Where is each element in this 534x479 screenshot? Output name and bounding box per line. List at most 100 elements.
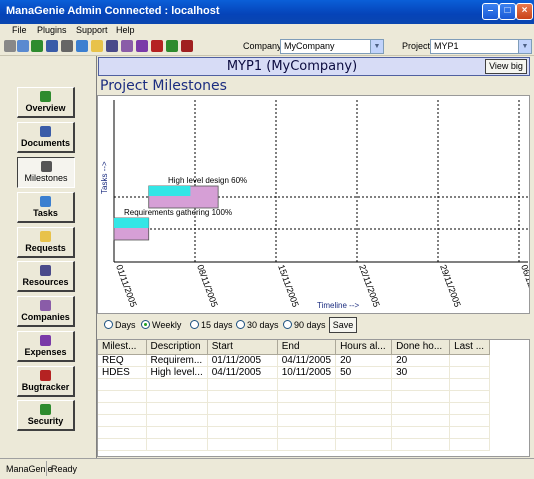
table-cell xyxy=(391,402,451,415)
menu-plugins[interactable]: Plugins xyxy=(37,25,67,35)
table-cell xyxy=(391,426,451,439)
nav-bugtracker-button[interactable]: Bugtracker xyxy=(17,366,75,397)
security-tool-icon[interactable] xyxy=(166,40,178,52)
range-radio-30-days[interactable]: 30 days xyxy=(236,320,279,330)
resources-tool-icon[interactable] xyxy=(106,40,118,52)
bugtracker-tool-icon[interactable] xyxy=(151,40,163,52)
table-cell: 20 xyxy=(391,354,451,367)
nav-label: Tasks xyxy=(33,208,58,218)
table-cell xyxy=(335,414,393,427)
radio-dot-icon xyxy=(283,320,292,329)
column-header[interactable]: Description xyxy=(146,340,208,355)
task-bar-progress xyxy=(148,186,191,196)
project-select[interactable]: MYP1 ▼ xyxy=(430,39,532,54)
table-cell: HDES xyxy=(98,366,147,379)
table-row[interactable] xyxy=(98,402,491,415)
column-header[interactable]: Milest... xyxy=(98,340,147,355)
table-cell xyxy=(277,438,337,451)
close-button[interactable]: × xyxy=(516,3,533,20)
refresh-icon[interactable] xyxy=(17,40,29,52)
radio-dot-icon xyxy=(236,320,245,329)
column-header[interactable]: Last ... xyxy=(449,340,491,355)
column-header[interactable]: Done ho... xyxy=(391,340,451,355)
view-big-button[interactable]: View big xyxy=(485,59,527,74)
nav-expenses-button[interactable]: Expenses xyxy=(17,331,75,362)
expenses-icon xyxy=(40,335,51,346)
project-label: Project xyxy=(402,41,431,51)
nav-documents-button[interactable]: Documents xyxy=(17,122,75,153)
radio-label: 90 days xyxy=(294,320,326,330)
table-cell xyxy=(277,402,337,415)
x-tick-label: 01/11/2005 xyxy=(114,263,139,308)
documents-tool-icon[interactable] xyxy=(46,40,58,52)
nav-label: Expenses xyxy=(24,347,67,357)
status-bar: ManaGenie Ready xyxy=(0,458,534,479)
x-axis-label: Timeline --> xyxy=(317,301,359,310)
nav-requests-button[interactable]: Requests xyxy=(17,227,75,258)
nav-resources-button[interactable]: Resources xyxy=(17,261,75,292)
milestone-chart: 01/11/2005 08/11/2005 15/11/2005 22/11/2005… xyxy=(97,95,534,314)
table-cell xyxy=(391,390,451,403)
table-cell xyxy=(449,378,491,391)
nav-milestones-button[interactable]: Milestones xyxy=(17,157,75,188)
requests-icon xyxy=(40,231,51,242)
range-radio-days[interactable]: Days xyxy=(104,320,136,330)
table-cell: 50 xyxy=(335,366,393,379)
table-cell xyxy=(335,426,393,439)
expenses-tool-icon[interactable] xyxy=(136,40,148,52)
documents-icon xyxy=(40,126,51,137)
column-header[interactable]: Start xyxy=(207,340,278,355)
radio-label: Days xyxy=(115,320,136,330)
table-cell xyxy=(449,354,491,367)
nav-overview-button[interactable]: Overview xyxy=(17,87,75,118)
radio-label: 15 days xyxy=(201,320,233,330)
overview-tool-icon[interactable] xyxy=(31,40,43,52)
exit-tool-icon[interactable] xyxy=(181,40,193,52)
table-cell xyxy=(449,402,491,415)
radio-label: 30 days xyxy=(247,320,279,330)
column-header[interactable]: End xyxy=(277,340,337,355)
milestones-tool-icon[interactable] xyxy=(61,40,73,52)
tasks-tool-icon[interactable] xyxy=(76,40,88,52)
chevron-down-icon: ▼ xyxy=(370,40,383,53)
requests-tool-icon[interactable] xyxy=(91,40,103,52)
nav-label: Overview xyxy=(25,103,66,113)
table-row[interactable] xyxy=(98,426,491,439)
menu-help[interactable]: Help xyxy=(116,25,135,35)
table-row[interactable] xyxy=(98,390,491,403)
nav-tasks-button[interactable]: Tasks xyxy=(17,192,75,223)
table-row[interactable] xyxy=(98,378,491,391)
menu-support[interactable]: Support xyxy=(76,25,108,35)
tasks-icon xyxy=(40,196,51,207)
table-row[interactable]: HDES High level... 04/11/2005 10/11/2005 50 3… xyxy=(98,366,491,379)
table-row[interactable] xyxy=(98,438,491,451)
range-radio-90-days[interactable]: 90 days xyxy=(283,320,326,330)
toolbar: Company MyCompany ▼ Project MYP1 ▼ xyxy=(0,38,534,56)
column-header[interactable]: Hours al... xyxy=(335,340,393,355)
x-tick-label: 08/11/2005 xyxy=(195,263,220,308)
company-label: Company xyxy=(243,41,282,51)
table-cell xyxy=(207,390,278,403)
y-axis-label: Tasks --> xyxy=(100,161,109,194)
range-radio-weekly[interactable]: Weekly xyxy=(141,320,181,330)
range-radio-15-days[interactable]: 15 days xyxy=(190,320,233,330)
table-cell: Requirem... xyxy=(146,354,208,367)
companies-tool-icon[interactable] xyxy=(121,40,133,52)
menu-file[interactable]: File xyxy=(12,25,27,35)
minimize-button[interactable]: – xyxy=(482,3,499,20)
table-cell xyxy=(146,438,208,451)
save-button[interactable]: Save xyxy=(329,317,357,333)
table-cell xyxy=(146,378,208,391)
nav-companies-button[interactable]: Companies xyxy=(17,296,75,327)
table-row[interactable]: REQ Requirem... 01/11/2005 04/11/2005 20 20 xyxy=(98,354,491,367)
x-tick-label: 15/11/2005 xyxy=(276,263,301,308)
table-row[interactable] xyxy=(98,414,491,427)
maximize-button[interactable]: □ xyxy=(499,3,516,20)
gantt-svg: 01/11/2005 08/11/2005 15/11/2005 22/11/2005… xyxy=(100,100,534,310)
project-value: MYP1 xyxy=(434,41,459,51)
company-select[interactable]: MyCompany ▼ xyxy=(280,39,384,54)
nav-security-button[interactable]: Security xyxy=(17,400,75,431)
nav-label: Companies xyxy=(21,312,70,322)
left-nav: Overview Documents Milestones Tasks Requests… xyxy=(0,56,97,458)
milestones-table: Milest... Description Start End Hours al... D… xyxy=(97,339,530,457)
